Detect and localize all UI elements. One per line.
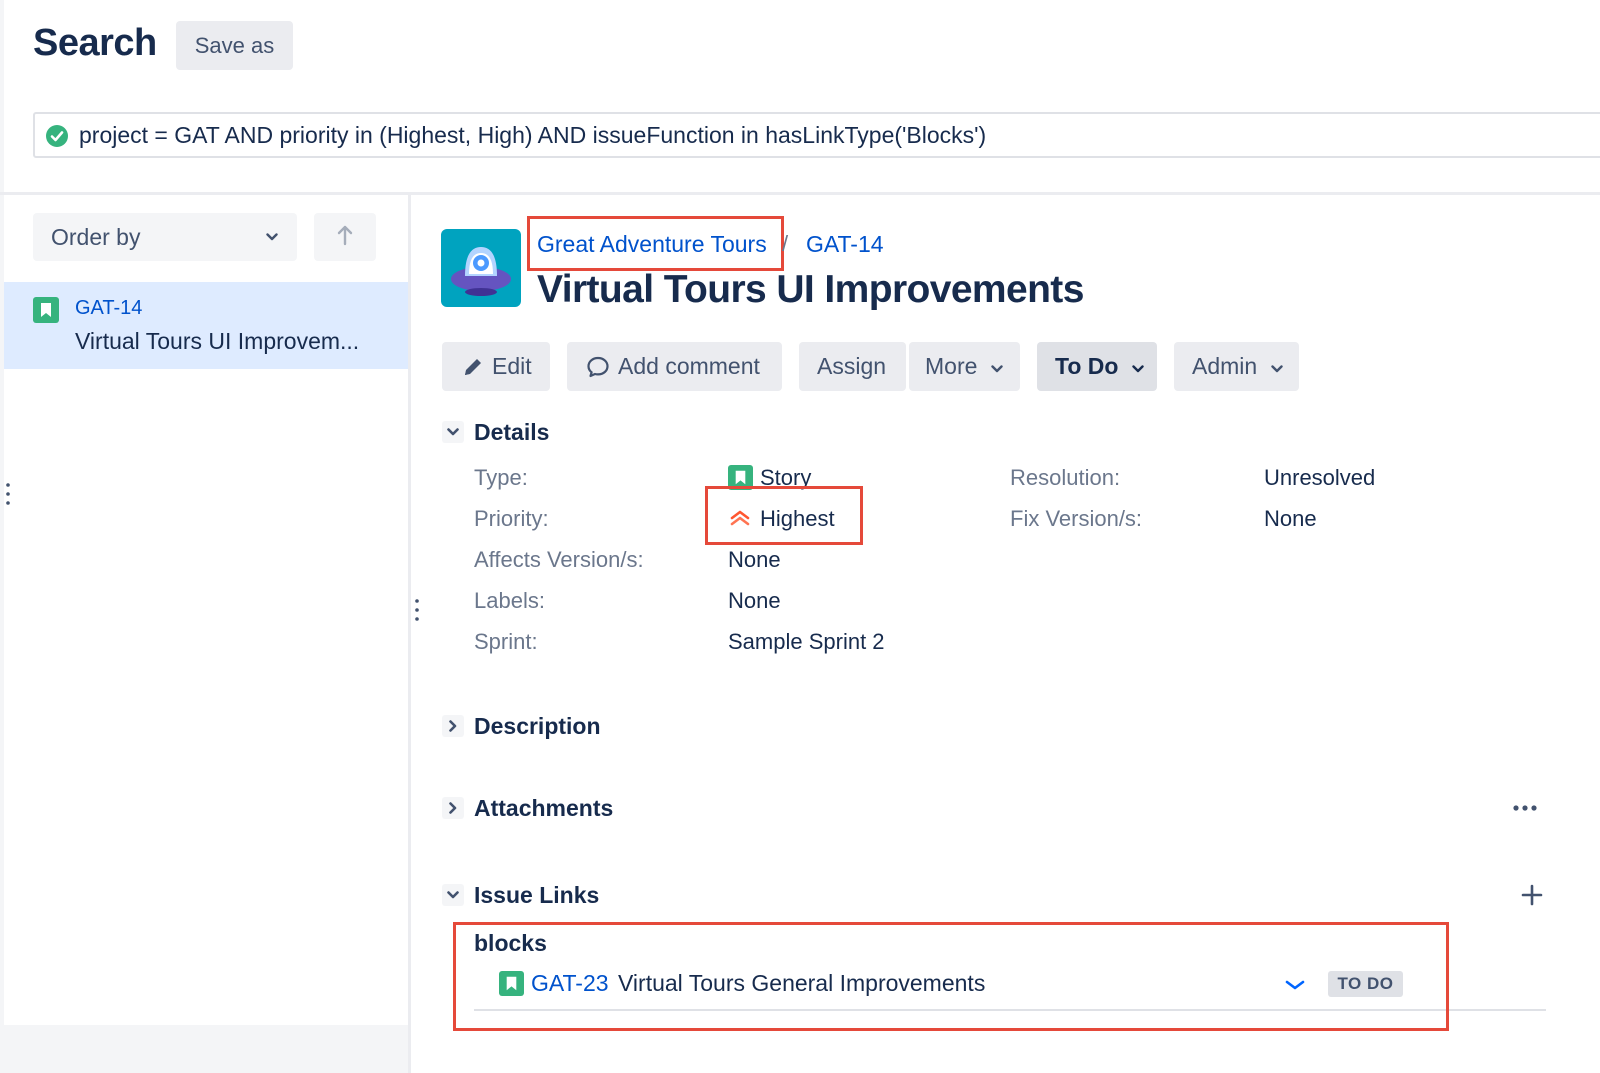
fix-version-value: None [1264, 506, 1317, 531]
attachments-section-title[interactable]: Attachments [474, 795, 613, 822]
fix-version-label: Fix Version/s: [1010, 506, 1143, 531]
chevron-down-icon [1132, 353, 1145, 380]
affects-version-value: None [728, 547, 781, 572]
chevron-down-icon [991, 353, 1004, 380]
resolution-label: Resolution: [1010, 465, 1121, 490]
highlight-box-priority [705, 486, 863, 545]
issue-links-section-title[interactable]: Issue Links [474, 882, 599, 909]
list-item-summary: Virtual Tours UI Improvem... [75, 328, 360, 354]
description-section-title[interactable]: Description [474, 713, 601, 740]
type-label: Type: [474, 465, 528, 490]
sort-direction-button[interactable] [314, 213, 376, 261]
more-button[interactable]: More [909, 342, 1020, 391]
resize-handle-icon[interactable] [5, 482, 11, 505]
resolution-value: Unresolved [1264, 465, 1376, 490]
highlight-box-project [527, 216, 784, 271]
assign-label: Assign [817, 353, 887, 379]
highlight-box-issue-links [453, 922, 1449, 1031]
edit-label: Edit [492, 353, 532, 379]
issue-links-toggle-chevron-icon[interactable] [442, 884, 464, 906]
affects-version-label: Affects Version/s: [474, 547, 644, 572]
more-options-icon[interactable] [1512, 800, 1538, 816]
add-link-plus-icon[interactable] [1520, 883, 1544, 907]
breadcrumb-separator: / [782, 231, 789, 256]
list-item-key[interactable]: GAT-14 [75, 297, 142, 320]
details-toggle-chevron-icon[interactable] [442, 421, 464, 443]
pencil-icon [462, 356, 484, 378]
add-comment-button[interactable]: Add comment [567, 342, 782, 391]
page-title: Search [33, 22, 157, 64]
priority-label: Priority: [474, 506, 549, 531]
order-by-dropdown[interactable]: Order by [33, 213, 297, 261]
details-section-title[interactable]: Details [474, 419, 549, 446]
order-by-label: Order by [51, 223, 141, 250]
comment-icon [586, 355, 610, 379]
panel-resize-handle-icon[interactable] [414, 598, 420, 621]
list-item[interactable] [4, 282, 408, 369]
breadcrumb-issue-key-link[interactable]: GAT-14 [806, 231, 884, 258]
edit-button[interactable]: Edit [442, 342, 550, 391]
attachments-toggle-chevron-icon[interactable] [442, 797, 464, 819]
assign-button[interactable]: Assign [799, 342, 906, 391]
labels-label: Labels: [474, 588, 545, 613]
jql-query-text: project = GAT AND priority in (Highest, … [79, 122, 987, 148]
arrow-up-icon [337, 224, 353, 251]
sprint-label: Sprint: [474, 629, 538, 654]
save-as-button[interactable]: Save as [176, 21, 293, 70]
status-transition-button[interactable]: To Do [1037, 342, 1157, 391]
admin-label: Admin [1192, 353, 1258, 379]
status-label: To Do [1055, 353, 1119, 379]
panel-divider [408, 195, 411, 1073]
issue-list-footer [4, 1025, 408, 1073]
project-avatar [441, 229, 521, 307]
story-icon [33, 297, 59, 323]
check-circle-icon [46, 125, 68, 147]
labels-value: None [728, 588, 781, 613]
admin-button[interactable]: Admin [1174, 342, 1299, 391]
description-toggle-chevron-icon[interactable] [442, 715, 464, 737]
add-comment-label: Add comment [618, 353, 760, 379]
sprint-value[interactable]: Sample Sprint 2 [728, 629, 885, 655]
more-label: More [925, 353, 978, 379]
issue-title: Virtual Tours UI Improvements [537, 268, 1084, 311]
chevron-down-icon [266, 229, 278, 241]
chevron-down-icon [1271, 353, 1283, 380]
